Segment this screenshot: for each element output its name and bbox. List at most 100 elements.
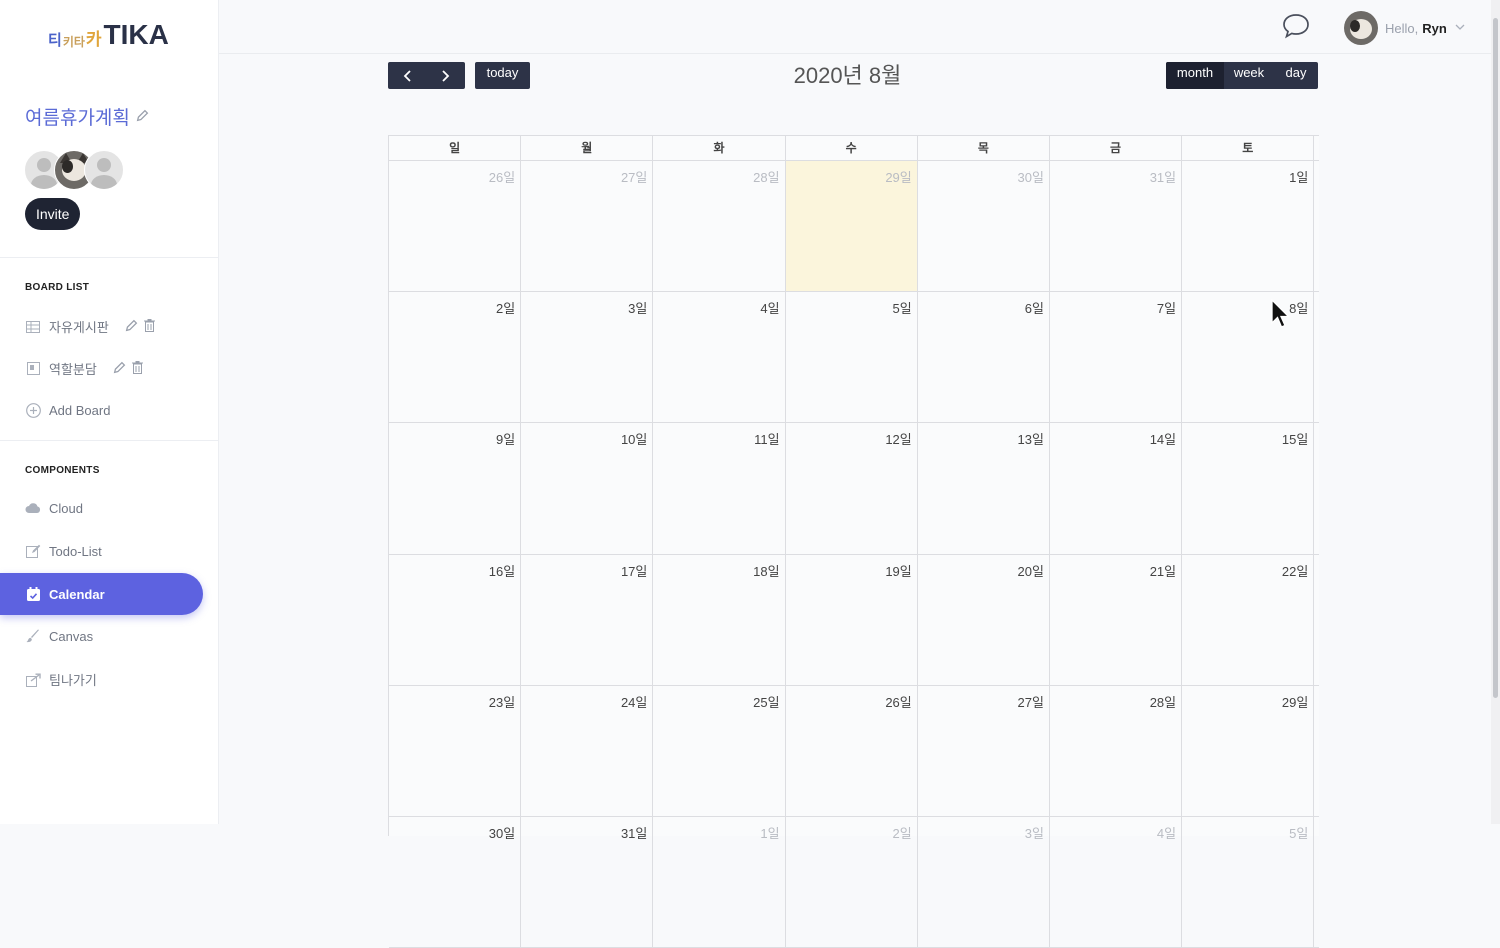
day-cell[interactable]: 7일 [1050,292,1183,423]
user-name: Ryn [1422,20,1447,36]
day-cell[interactable]: 18일 [653,554,786,685]
day-cell[interactable]: 10일 [521,423,654,554]
nav-item-calendar[interactable]: Calendar [0,573,203,615]
week-row: 23일 24일 25일 26일 27일 28일 29일 [389,685,1319,817]
view-month-button[interactable]: month [1166,62,1224,89]
next-button[interactable] [427,62,466,89]
nav-item-todo[interactable]: Todo-List [25,543,102,559]
day-cell[interactable]: 1일 [1182,161,1315,292]
board-item-tools [113,360,149,377]
board-icon [25,361,41,377]
mouse-cursor-icon [1271,298,1293,331]
day-cell[interactable]: 28일 [1050,685,1183,816]
board-item-free[interactable]: 자유게시판 [25,317,161,336]
nav-item-canvas[interactable]: Canvas [25,628,93,644]
day-cell[interactable]: 26일 [389,161,522,292]
day-cell[interactable]: 21일 [1050,554,1183,685]
day-number: 28일 [1149,694,1177,710]
calendar-title: 2020년 8월 [793,63,902,88]
day-number: 26일 [885,694,912,710]
nav-item-cloud[interactable]: Cloud [25,500,83,516]
user-menu[interactable]: Hello, Ryn [1344,11,1465,45]
day-cell[interactable]: 4일 [1050,816,1183,948]
day-number: 20일 [1017,563,1044,579]
day-cell[interactable]: 27일 [521,161,654,292]
day-cell[interactable]: 27일 [918,685,1050,816]
day-cell[interactable]: 24일 [521,685,654,816]
day-cell[interactable]: 17일 [521,554,654,685]
week-row: 9일 10일 11일 12일 13일 14일 15일 [389,423,1319,555]
day-number: 1일 [760,825,780,841]
app-logo[interactable]: 티 키타 카 TIKA [48,18,169,50]
day-cell[interactable]: 9일 [389,423,522,554]
board-item-roles[interactable]: 역할분담 [25,359,149,378]
day-cell[interactable]: 29일 [1182,685,1315,816]
day-cell[interactable]: 6일 [918,292,1050,423]
day-cell[interactable]: 19일 [786,554,918,685]
day-cell[interactable]: 16일 [389,554,522,685]
weekday-label: 일 [389,136,522,160]
day-number: 1일 [1289,170,1309,185]
logo-part: 티 [48,32,62,49]
nav-item-label: Cloud [49,500,83,516]
calendar-grid: 일 월 화 수 목 금 토 26일 27일 28일 29일 30일 31일 1일… [388,135,1319,948]
day-cell[interactable]: 4일 [653,292,786,423]
pencil-icon[interactable] [113,361,126,377]
today-button[interactable]: today [475,62,530,89]
day-cell[interactable]: 22일 [1182,554,1315,685]
day-number: 29일 [885,170,912,185]
day-cell[interactable]: 13일 [918,423,1050,554]
avatar [1344,11,1378,45]
scrollbar-thumb[interactable] [1493,18,1498,698]
nav-item-leave-team[interactable]: 팀나가기 [25,670,97,689]
day-cell[interactable]: 31일 [1050,161,1183,292]
trash-icon[interactable] [143,318,155,335]
day-cell[interactable]: 20일 [918,554,1050,685]
nav-item-label: 팀나가기 [49,673,97,688]
trash-icon[interactable] [131,360,143,377]
day-cell[interactable]: 5일 [786,292,918,423]
day-cell[interactable]: 3일 [521,292,654,423]
day-number: 10일 [620,432,648,448]
day-cell[interactable]: 8일 [1182,292,1315,423]
day-cell[interactable]: 11일 [653,423,786,554]
pencil-icon[interactable] [125,319,138,335]
brush-icon [25,628,41,644]
day-number: 18일 [753,563,780,579]
invite-button[interactable]: Invite [25,198,81,230]
day-cell[interactable]: 23일 [389,685,522,816]
nav-item-label: Calendar [49,586,105,602]
day-cell[interactable]: 14일 [1050,423,1183,554]
view-week-button[interactable]: week [1224,62,1274,89]
day-cell[interactable]: 30일 [389,816,522,948]
avatar[interactable] [84,150,124,190]
day-cell[interactable]: 12일 [786,423,918,554]
day-cell-today[interactable]: 29일 [785,161,918,292]
view-day-button[interactable]: day [1274,62,1318,89]
day-cell[interactable]: 30일 [918,161,1050,292]
day-cell[interactable]: 1일 [653,816,786,948]
day-number: 2일 [892,825,912,841]
day-number: 4일 [1156,825,1177,841]
day-cell[interactable]: 15일 [1182,423,1315,554]
day-cell[interactable]: 3일 [918,816,1050,948]
day-cell[interactable]: 25일 [653,685,786,816]
day-number: 28일 [753,170,780,185]
day-cell[interactable]: 31일 [521,816,654,948]
day-number: 21일 [1149,563,1177,579]
day-number: 22일 [1281,563,1309,579]
day-cell[interactable]: 5일 [1182,816,1315,948]
pencil-icon[interactable] [136,109,149,125]
day-cell[interactable]: 2일 [786,816,918,948]
add-board-label: Add Board [49,402,111,418]
day-cell[interactable]: 28일 [653,161,786,292]
add-board-button[interactable]: Add Board [25,402,110,418]
day-cell[interactable]: 2일 [389,292,522,423]
scrollbar[interactable] [1491,0,1500,824]
logo-text: TIKA [103,19,169,50]
day-number: 5일 [892,301,912,317]
day-cell[interactable]: 26일 [786,685,918,816]
chevron-down-icon [1455,23,1465,34]
chat-icon[interactable] [1282,13,1310,39]
prev-button[interactable] [388,62,427,89]
